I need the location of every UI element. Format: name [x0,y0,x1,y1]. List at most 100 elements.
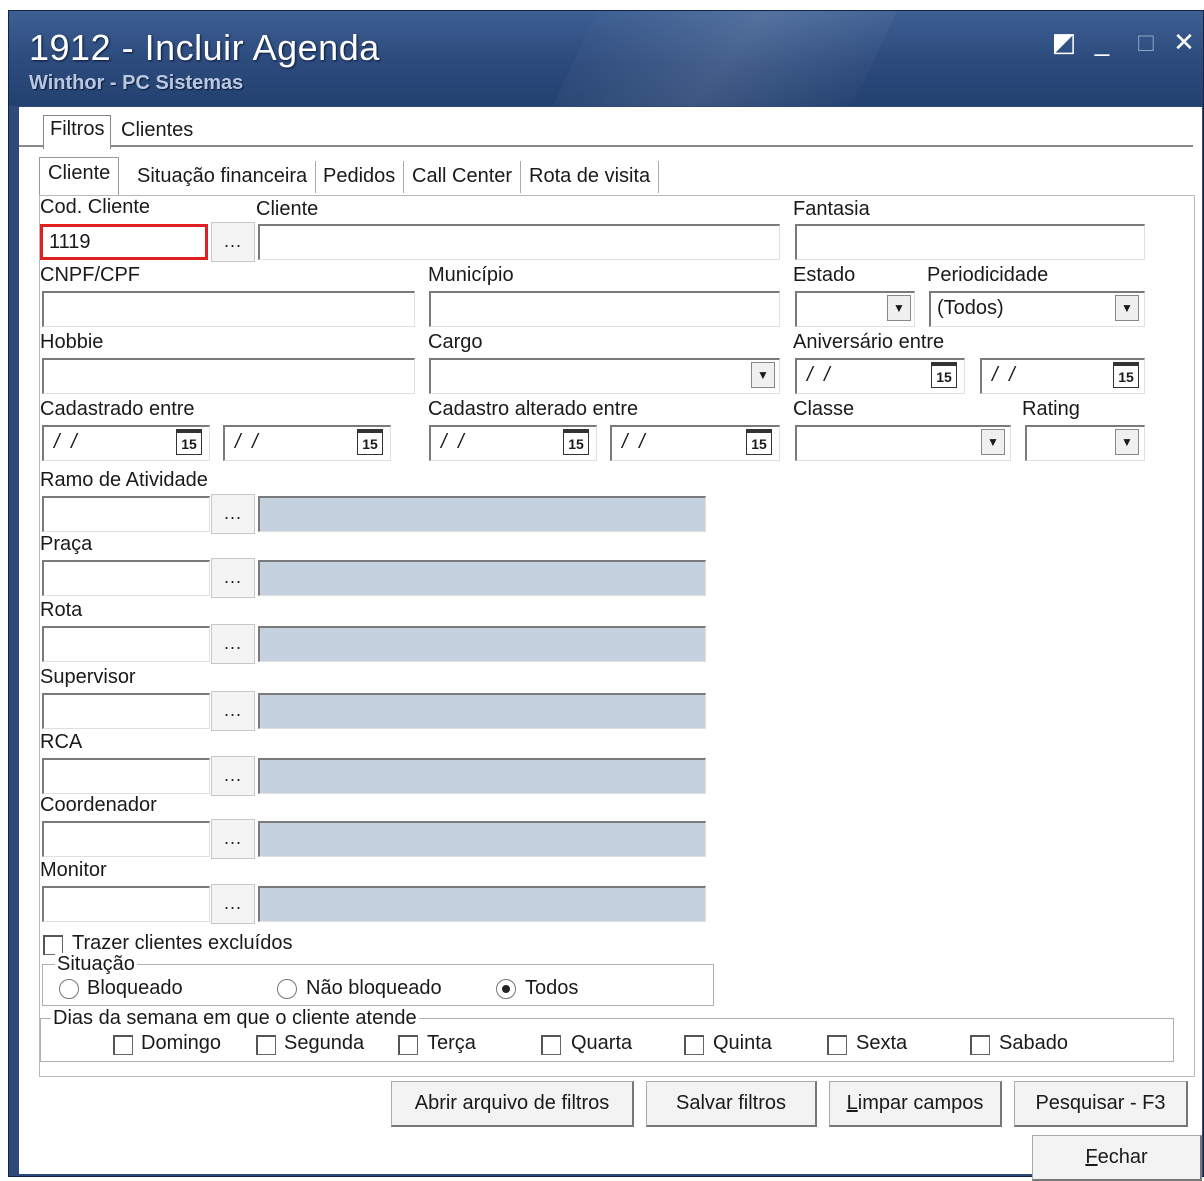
coordenador-lookup-button[interactable]: ... [211,819,255,859]
domingo-checkbox[interactable] [113,1035,133,1055]
rca-code-input[interactable] [42,758,210,794]
calendar-icon[interactable]: 15 [563,429,589,455]
quarta-checkbox[interactable] [541,1035,561,1055]
quinta-checkbox[interactable] [684,1035,704,1055]
dias-semana-title: Dias da semana em que o cliente atende [51,1007,419,1030]
maximize-button[interactable]: □ [1131,29,1161,55]
praca-label: Praça [40,533,93,555]
fechar-accel: F [1085,1146,1098,1168]
salvar-filtros-button[interactable]: Salvar filtros [646,1081,817,1127]
chevron-down-icon[interactable]: ▼ [751,362,775,388]
monitor-code-input[interactable] [42,886,210,922]
estado-select[interactable]: ▼ [795,291,915,327]
cliente-input[interactable] [258,224,780,260]
praca-lookup-button[interactable]: ... [211,558,255,598]
fechar-rest: echar [1097,1146,1148,1168]
monitor-lookup-button[interactable]: ... [211,884,255,924]
sabado-checkbox[interactable] [970,1035,990,1055]
periodicidade-select[interactable]: (Todos) ▼ [929,291,1145,327]
cnpf-cpf-input[interactable] [42,291,415,327]
fechar-button[interactable]: Fechar [1032,1135,1202,1181]
tab-clientes[interactable]: Clientes [115,117,199,147]
cadastro-alterado-to-input[interactable]: / / 15 [610,425,780,461]
segunda-checkbox[interactable] [256,1035,276,1055]
cod-cliente-input[interactable]: 1119 [40,224,208,260]
rca-lookup-button[interactable]: ... [211,756,255,796]
tab-cliente[interactable]: Cliente [39,157,120,195]
cadastrado-from-input[interactable]: / / 15 [42,425,210,461]
chevron-down-icon[interactable]: ▼ [1115,429,1139,455]
rota-code-input[interactable] [42,626,210,662]
todos-radio[interactable] [496,979,516,999]
calendar-icon[interactable]: 15 [746,429,772,455]
cadastro-alterado-from-input[interactable]: / / 15 [429,425,597,461]
calendar-icon[interactable]: 15 [357,429,383,455]
tab-pedidos[interactable]: Pedidos [315,161,405,193]
cadastro-alterado-from-value: / / [441,431,467,453]
trazer-excluidos-checkbox[interactable] [43,935,63,955]
situacao-title: Situação [55,953,137,976]
restore-icon[interactable]: ◩ [1049,29,1079,55]
tab-call-center[interactable]: Call Center [404,161,522,193]
bloqueado-radio[interactable] [59,979,79,999]
monitor-description [258,886,706,922]
sabado-label: Sabado [999,1032,1068,1054]
periodicidade-label: Periodicidade [927,264,1049,286]
praca-code-input[interactable] [42,560,210,596]
segunda-label: Segunda [284,1032,365,1054]
supervisor-code-input[interactable] [42,693,210,729]
ramo-atividade-code-input[interactable] [42,496,210,532]
title-bar: 1912 - Incluir Agenda Winthor - PC Siste… [9,11,1203,106]
terca-checkbox[interactable] [398,1035,418,1055]
calendar-icon[interactable]: 15 [176,429,202,455]
rating-select[interactable]: ▼ [1025,425,1145,461]
estado-label: Estado [793,264,856,286]
dias-semana-group: Dias da semana em que o cliente atende D… [40,1007,1174,1062]
chevron-down-icon[interactable]: ▼ [1115,295,1139,321]
supervisor-description [258,693,706,729]
aniversario-from-input[interactable]: / / 15 [795,358,965,394]
tab-rota-de-visita[interactable]: Rota de visita [521,161,660,193]
bloqueado-label: Bloqueado [87,977,183,999]
nao-bloqueado-radio[interactable] [277,979,297,999]
minimize-button[interactable]: _ [1087,29,1117,55]
sexta-label: Sexta [856,1032,908,1054]
calendar-icon[interactable]: 15 [1113,362,1139,388]
calendar-icon[interactable]: 15 [931,362,957,388]
coordenador-code-input[interactable] [42,821,210,857]
window-client-area: Filtros Clientes Cliente Situação financ… [19,107,1202,1181]
hobbie-input[interactable] [42,358,415,394]
cliente-label: Cliente [256,198,319,220]
cod-cliente-lookup-button[interactable]: ... [211,222,255,262]
limpar-campos-button[interactable]: Limpar campos [829,1081,1002,1127]
domingo-label: Domingo [141,1032,222,1054]
sexta-checkbox[interactable] [827,1035,847,1055]
chevron-down-icon[interactable]: ▼ [981,429,1005,455]
municipio-input[interactable] [429,291,780,327]
rota-label: Rota [40,599,83,621]
quarta-label: Quarta [571,1032,633,1054]
cadastrado-from-value: / / [54,431,80,453]
pesquisar-button[interactable]: Pesquisar - F3 [1014,1081,1188,1127]
classe-select[interactable]: ▼ [795,425,1011,461]
tab-filtros[interactable]: Filtros [43,115,112,149]
aniversario-to-input[interactable]: / / 15 [980,358,1145,394]
ramo-atividade-label: Ramo de Atividade [40,469,208,491]
tab-situacao-financeira[interactable]: Situação financeira [129,161,317,193]
window-title: 1912 - Incluir Agenda [29,27,380,68]
cargo-select[interactable]: ▼ [429,358,780,394]
rota-lookup-button[interactable]: ... [211,624,255,664]
app-window: 1912 - Incluir Agenda Winthor - PC Siste… [8,10,1204,1181]
cadastrado-to-value: / / [235,431,261,453]
close-button[interactable]: ✕ [1169,29,1199,55]
supervisor-lookup-button[interactable]: ... [211,691,255,731]
todos-label: Todos [525,977,579,999]
cadastrado-to-input[interactable]: / / 15 [223,425,391,461]
aniversario-label: Aniversário entre [793,331,945,353]
chevron-down-icon[interactable]: ▼ [887,295,911,321]
municipio-label: Município [428,264,514,286]
ramo-atividade-lookup-button[interactable]: ... [211,494,255,534]
abrir-arquivo-filtros-button[interactable]: Abrir arquivo de filtros [391,1081,634,1127]
fantasia-label: Fantasia [793,198,870,220]
fantasia-input[interactable] [795,224,1145,260]
